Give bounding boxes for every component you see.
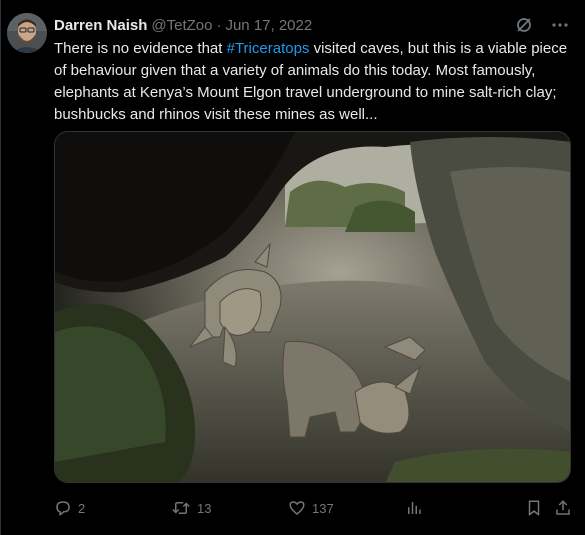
bookmark-button[interactable] [525,497,543,519]
bookmark-icon [528,500,540,516]
tweet-text: There is no evidence that #Triceratops v… [54,38,574,126]
separator-dot: · [216,16,222,34]
tweet-header: Darren Naish @TetZoo · Jun 17, 2022 [54,15,312,35]
retweet-icon [172,502,190,514]
grok-icon[interactable] [515,16,533,34]
tweet-date[interactable]: Jun 17, 2022 [225,17,312,34]
like-count: 137 [312,500,334,516]
hashtag-link[interactable]: #Triceratops [227,40,310,57]
views-icon [408,502,421,514]
tweet-photo[interactable] [54,131,571,483]
avatar[interactable] [7,13,47,53]
cave-triceratops-image [55,132,570,482]
more-icon[interactable] [551,16,569,34]
reply-button[interactable]: 2 [54,497,85,519]
views-button[interactable] [405,497,423,519]
like-icon [289,501,305,515]
like-button[interactable]: 137 [288,497,334,519]
reply-icon [56,501,70,516]
user-handle[interactable]: @TetZoo [151,17,212,34]
share-icon [556,500,570,515]
retweet-count: 13 [197,500,212,516]
tweet-card[interactable]: Darren Naish @TetZoo · Jun 17, 2022 Ther… [0,0,585,535]
display-name[interactable]: Darren Naish [54,17,147,34]
reply-count: 2 [78,500,86,516]
avatar-image [7,13,47,53]
tweet-text-part: There is no evidence that [54,40,227,57]
share-button[interactable] [554,497,572,519]
retweet-button[interactable]: 13 [171,497,211,519]
tweet-actions: 2 13 137 [54,497,574,519]
header-actions [515,16,569,34]
